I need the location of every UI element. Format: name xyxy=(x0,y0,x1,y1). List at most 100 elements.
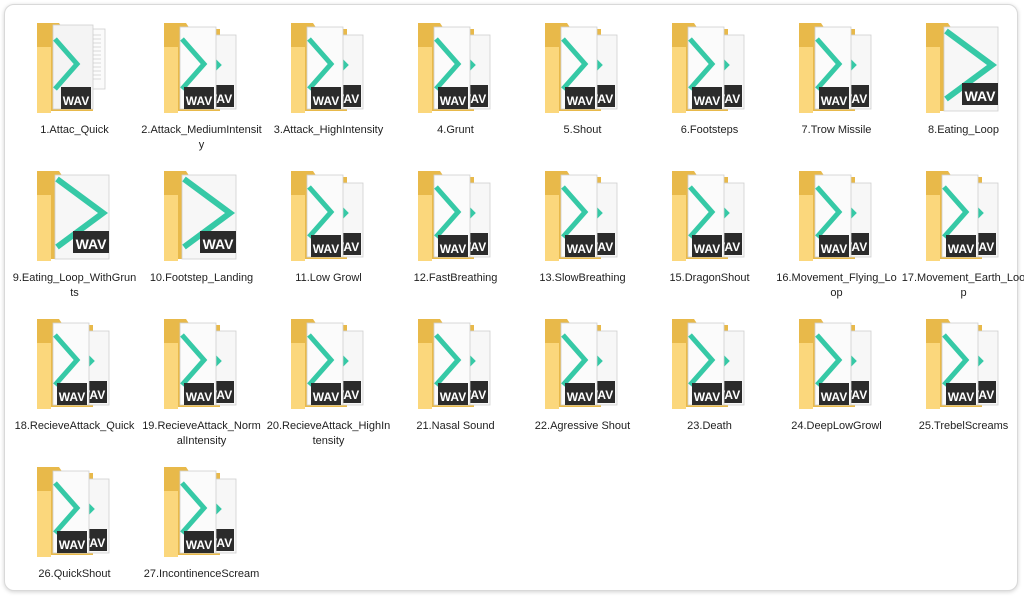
svg-text:WAV: WAV xyxy=(202,236,234,252)
folder-item[interactable]: WAVWAV2.Attack_MediumIntensity xyxy=(138,17,265,165)
svg-text:WAV: WAV xyxy=(439,390,465,404)
folder-item[interactable]: WAVWAV 20.RecieveAttack_HighIntensity xyxy=(265,313,392,461)
folder-wav-icon: WAVWAV xyxy=(289,165,369,265)
svg-text:WAV: WAV xyxy=(947,242,973,256)
folder-name: 9.Eating_Loop_WithGrunts xyxy=(13,271,137,301)
folder-wav-icon: WAVWAV xyxy=(797,17,877,117)
svg-text:WAV: WAV xyxy=(566,242,592,256)
folder-name: 5.Shout xyxy=(521,123,645,138)
folder-wav-icon: WAVWAV xyxy=(670,17,750,117)
folder-name: 13.SlowBreathing xyxy=(521,271,645,286)
svg-text:WAV: WAV xyxy=(566,94,592,108)
folder-item[interactable]: WAV 10.Footstep_Landing xyxy=(138,165,265,313)
folder-item[interactable]: WAVWAV 19.RecieveAttack_NormalIntensity xyxy=(138,313,265,461)
svg-text:WAV: WAV xyxy=(693,242,719,256)
folder-item[interactable]: WAVWAV 18.RecieveAttack_Quick xyxy=(11,313,138,461)
folder-single-wav-icon: WAV xyxy=(162,165,242,265)
folder-name: 8.Eating_Loop xyxy=(902,123,1024,138)
folder-name: 23.Death xyxy=(648,419,772,434)
svg-text:WAV: WAV xyxy=(312,94,338,108)
folder-name: 12.FastBreathing xyxy=(394,271,518,286)
svg-text:WAV: WAV xyxy=(312,242,338,256)
folder-item[interactable]: WAVWAV 13.SlowBreathing xyxy=(519,165,646,313)
folder-item[interactable]: WAV 1.Attac_Quick xyxy=(11,17,138,165)
file-explorer-window: WAV 1.Attac_QuickWAVWAV2.Attack_MediumInt… xyxy=(4,4,1018,591)
folder-name: 15.DragonShout xyxy=(648,271,772,286)
folder-item[interactable]: WAVWAV 4.Grunt xyxy=(392,17,519,165)
folder-wav-icon: WAVWAV xyxy=(289,313,369,413)
folder-name: 24.DeepLowGrowl xyxy=(775,419,899,434)
folder-item[interactable]: WAVWAV 27.IncontinenceScream xyxy=(138,461,265,609)
folder-wav-icon: WAVWAV xyxy=(35,313,115,413)
folder-name: 1.Attac_Quick xyxy=(13,123,137,138)
folder-item[interactable]: WAVWAV 21.Nasal Sound xyxy=(392,313,519,461)
folder-single-wav-icon: WAV xyxy=(924,17,1004,117)
svg-text:WAV: WAV xyxy=(185,538,211,552)
folder-wav-icon: WAVWAV xyxy=(162,17,242,117)
folder-name: 7.Trow Missile xyxy=(775,123,899,138)
folder-item[interactable]: WAVWAV 16.Movement_Flying_Loop xyxy=(773,165,900,313)
folder-item[interactable]: WAVWAV11.Low Growl xyxy=(265,165,392,313)
folder-item[interactable]: WAV 8.Eating_Loop xyxy=(900,17,1024,165)
folder-wav-icon: WAVWAV xyxy=(543,313,623,413)
folder-wav-icon: WAVWAV xyxy=(924,165,1004,265)
folder-item[interactable]: WAVWAV 23.Death xyxy=(646,313,773,461)
folder-item[interactable]: WAVWAV 17.Movement_Earth_Loop xyxy=(900,165,1024,313)
folder-item[interactable]: WAVWAV 7.Trow Missile xyxy=(773,17,900,165)
svg-text:WAV: WAV xyxy=(947,390,973,404)
svg-text:WAV: WAV xyxy=(439,94,465,108)
folder-grid: WAV 1.Attac_QuickWAVWAV2.Attack_MediumInt… xyxy=(11,17,1024,609)
svg-text:WAV: WAV xyxy=(62,94,88,108)
folder-item[interactable]: WAVWAV 26.QuickShout xyxy=(11,461,138,609)
folder-name: 16.Movement_Flying_Loop xyxy=(775,271,899,301)
folder-wav-icon: WAVWAV xyxy=(797,313,877,413)
folder-name: 17.Movement_Earth_Loop xyxy=(902,271,1024,301)
svg-text:WAV: WAV xyxy=(566,390,592,404)
folder-wav-icon: WAVWAV xyxy=(35,461,115,561)
folder-item[interactable]: WAVWAV 24.DeepLowGrowl xyxy=(773,313,900,461)
folder-item[interactable]: WAVWAV25.TrebelScreams xyxy=(900,313,1024,461)
folder-name: 20.RecieveAttack_HighIntensity xyxy=(267,419,391,449)
svg-text:WAV: WAV xyxy=(964,88,996,104)
svg-text:WAV: WAV xyxy=(58,390,84,404)
folder-wav-icon: WAVWAV xyxy=(670,313,750,413)
folder-name: 4.Grunt xyxy=(394,123,518,138)
folder-item[interactable]: WAVWAV 3.Attack_HighIntensity xyxy=(265,17,392,165)
folder-name: 10.Footstep_Landing xyxy=(140,271,264,286)
folder-name: 18.RecieveAttack_Quick xyxy=(13,419,137,434)
folder-wav-icon: WAVWAV xyxy=(162,313,242,413)
folder-item[interactable]: WAV 9.Eating_Loop_WithGrunts xyxy=(11,165,138,313)
folder-item[interactable]: WAVWAV 12.FastBreathing xyxy=(392,165,519,313)
folder-text-doc-icon: WAV xyxy=(35,17,115,117)
folder-item[interactable]: WAVWAV 22.Agressive Shout xyxy=(519,313,646,461)
folder-wav-icon: WAVWAV xyxy=(416,17,496,117)
folder-name: 21.Nasal Sound xyxy=(394,419,518,434)
folder-item[interactable]: WAVWAV 6.Footsteps xyxy=(646,17,773,165)
svg-text:WAV: WAV xyxy=(439,242,465,256)
folder-single-wav-icon: WAV xyxy=(35,165,115,265)
svg-text:WAV: WAV xyxy=(58,538,84,552)
svg-text:WAV: WAV xyxy=(820,390,846,404)
folder-name: 6.Footsteps xyxy=(648,123,772,138)
folder-item[interactable]: WAVWAV 5.Shout xyxy=(519,17,646,165)
svg-text:WAV: WAV xyxy=(75,236,107,252)
svg-text:WAV: WAV xyxy=(312,390,338,404)
folder-name: 27.IncontinenceScream xyxy=(140,567,264,582)
folder-wav-icon: WAVWAV xyxy=(543,17,623,117)
folder-name: 22.Agressive Shout xyxy=(521,419,645,434)
folder-name: 26.QuickShout xyxy=(13,567,137,582)
folder-name: 25.TrebelScreams xyxy=(902,419,1024,434)
folder-wav-icon: WAVWAV xyxy=(289,17,369,117)
folder-item[interactable]: WAVWAV 15.DragonShout xyxy=(646,165,773,313)
svg-text:WAV: WAV xyxy=(820,94,846,108)
folder-wav-icon: WAVWAV xyxy=(162,461,242,561)
folder-wav-icon: WAVWAV xyxy=(416,313,496,413)
folder-wav-icon: WAVWAV xyxy=(797,165,877,265)
folder-wav-icon: WAVWAV xyxy=(543,165,623,265)
svg-text:WAV: WAV xyxy=(820,242,846,256)
svg-text:WAV: WAV xyxy=(185,390,211,404)
folder-wav-icon: WAVWAV xyxy=(670,165,750,265)
folder-name: 19.RecieveAttack_NormalIntensity xyxy=(140,419,264,449)
folder-wav-icon: WAVWAV xyxy=(416,165,496,265)
folder-name: 3.Attack_HighIntensity xyxy=(267,123,391,138)
